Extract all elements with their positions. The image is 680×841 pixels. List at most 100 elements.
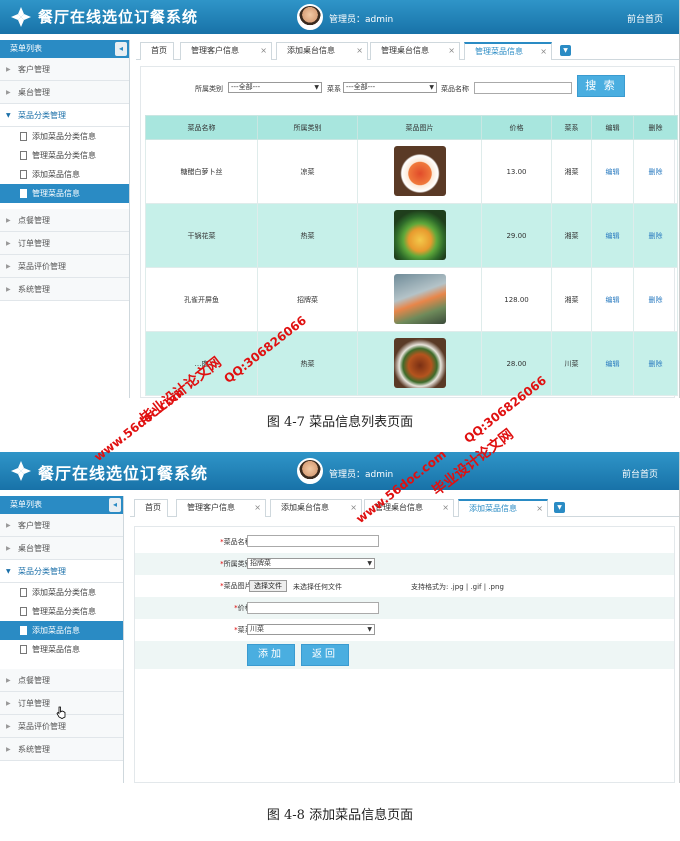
front-page-link[interactable]: 前台首页 [627, 12, 663, 25]
choose-file-button[interactable]: 选择文件 [249, 580, 287, 592]
edit-link[interactable]: 编辑 [606, 232, 620, 240]
sidebar-item-manage-dish[interactable]: 管理菜品信息 [0, 640, 123, 659]
cuisine-select[interactable]: 川菜 ▼ [247, 624, 375, 635]
close-icon[interactable]: × [442, 500, 449, 516]
sidebar-item-manage-dish[interactable]: 管理菜品信息 [0, 184, 129, 203]
sidebar-group-customer[interactable]: ▶ 客户管理 [0, 514, 123, 537]
delete-link[interactable]: 删除 [649, 296, 663, 304]
chevron-right-icon: ▶ [6, 66, 11, 73]
table-header-row: 菜品名称 所属类别 菜品图片 价格 菜系 编辑 删除 [145, 115, 678, 140]
sidebar-group-reviews[interactable]: ▶ 菜品评价管理 [0, 255, 129, 278]
category-filter-select[interactable]: ---全部--- ▼ [228, 82, 322, 93]
dish-cuisine-cell: 湘菜 [551, 203, 592, 268]
sidebar-item-manage-category[interactable]: 管理菜品分类信息 [0, 602, 123, 621]
sidebar-item-add-category[interactable]: 添加菜品分类信息 [0, 127, 129, 146]
chevron-right-icon: ▶ [6, 677, 11, 684]
sidebar-item-add-dish[interactable]: 添加菜品信息 [0, 165, 129, 184]
close-icon[interactable]: × [536, 501, 543, 517]
search-button[interactable]: 搜 索 [577, 75, 625, 97]
dish-cuisine-cell: 湘菜 [551, 267, 592, 332]
tab-home[interactable]: 首页 [134, 499, 168, 517]
category-select[interactable]: 招牌菜 ▼ [247, 558, 375, 569]
app-title: 餐厅在线选位订餐系统 [38, 8, 199, 26]
delete-link[interactable]: 删除 [649, 232, 663, 240]
sidebar-group-system[interactable]: ▶ 系统管理 [0, 738, 123, 761]
delete-link[interactable]: 删除 [649, 168, 663, 176]
dish-name-input[interactable] [474, 82, 572, 94]
dish-name-cell: 糖醋白萝卜丝 [145, 139, 258, 204]
chevron-right-icon: ▶ [6, 700, 11, 707]
dish-category-cell: 热菜 [257, 203, 358, 268]
chevron-right-icon: ▶ [6, 545, 11, 552]
sidebar-group-dish-category[interactable]: ▼ 菜品分类管理 [0, 104, 129, 127]
chevron-right-icon: ▶ [6, 286, 11, 293]
close-icon[interactable]: × [260, 43, 267, 59]
dish-name-field[interactable] [247, 535, 379, 547]
tab-manage-table[interactable]: 管理桌台信息 × [370, 42, 460, 60]
sidebar-group-table[interactable]: ▶ 桌台管理 [0, 81, 129, 104]
sidebar-item-add-dish[interactable]: 添加菜品信息 [0, 621, 123, 640]
edit-link[interactable]: 编辑 [606, 168, 620, 176]
figure-caption-1: 图 4-7 菜品信息列表页面 [266, 415, 414, 430]
back-button[interactable]: 返回 [301, 644, 349, 666]
admin-label: 管理员：admin [329, 470, 394, 480]
sidebar-group-orders[interactable]: ▶ 订单管理 [0, 232, 129, 255]
select-value: ---全部--- [346, 83, 376, 91]
cuisine-filter-select[interactable]: ---全部--- ▼ [343, 82, 437, 93]
edit-link[interactable]: 编辑 [606, 296, 620, 304]
close-icon[interactable]: × [540, 44, 547, 60]
column-header: 菜品名称 [145, 115, 258, 140]
dish-table: 菜品名称 所属类别 菜品图片 价格 菜系 编辑 删除 糖醋白萝卜丝 凉菜 13.… [145, 115, 678, 396]
form-row-category: *所属类别: 招牌菜 ▼ [135, 553, 674, 575]
tab-add-table[interactable]: 添加桌台信息 × [270, 499, 362, 517]
sidebar-item-add-category[interactable]: 添加菜品分类信息 [0, 583, 123, 602]
column-header: 编辑 [591, 115, 634, 140]
sidebar-group-table[interactable]: ▶ 桌台管理 [0, 537, 123, 560]
sidebar-item-manage-category[interactable]: 管理菜品分类信息 [0, 146, 129, 165]
sidebar-item-label: 添加菜品信息 [32, 170, 80, 179]
front-page-link[interactable]: 前台首页 [622, 467, 658, 480]
sidebar-group-dish-category[interactable]: ▼ 菜品分类管理 [0, 560, 123, 583]
delete-link[interactable]: 删除 [649, 360, 663, 368]
form-row-cuisine: *菜系: 川菜 ▼ [135, 619, 674, 641]
tab-add-table[interactable]: 添加桌台信息 × [276, 42, 368, 60]
dish-name-label: 菜品名称 [441, 85, 469, 93]
add-button[interactable]: 添加 [247, 644, 295, 666]
chevron-down-icon: ▼ [367, 626, 372, 633]
tab-manage-customer[interactable]: 管理客户信息 × [180, 42, 272, 60]
close-icon[interactable]: × [448, 43, 455, 59]
close-icon[interactable]: × [356, 43, 363, 59]
add-dish-form: *菜品名称: *所属类别: 招牌菜 ▼ *菜品图片: 选择文件 未选择任何文件 支… [134, 526, 675, 783]
dish-name-cell: 孔雀开屏鱼 [145, 267, 258, 332]
close-icon[interactable]: × [254, 500, 261, 516]
category-filter-label: 所属类别 [195, 85, 223, 93]
screenshot-add-dish: 餐厅在线选位订餐系统 管理员：admin 前台首页 菜单列表 ◂ ▶ 客户管理 ▶… [0, 452, 680, 783]
chevron-down-icon[interactable]: ▼ [560, 45, 571, 56]
document-icon [20, 132, 27, 141]
tab-add-dish[interactable]: 添加菜品信息 × [458, 499, 548, 517]
tab-manage-dish[interactable]: 管理菜品信息 × [464, 42, 552, 60]
sidebar-group-customer[interactable]: ▶ 客户管理 [0, 58, 129, 81]
chevron-down-icon: ▼ [367, 560, 372, 567]
sidebar: 菜单列表 ◂ ▶ 客户管理 ▶ 桌台管理 ▼ 菜品分类管理 添加菜品分类信息 管理菜品… [0, 496, 124, 783]
sidebar-group-ordering[interactable]: ▶ 点餐管理 [0, 209, 129, 232]
tab-home[interactable]: 首页 [140, 42, 174, 60]
form-row-image: *菜品图片: 选择文件 未选择任何文件 支持格式为: .jpg | .gif |… [135, 575, 674, 597]
edit-link[interactable]: 编辑 [606, 360, 620, 368]
sidebar-group-system[interactable]: ▶ 系统管理 [0, 278, 129, 301]
sidebar-collapse-icon[interactable]: ◂ [115, 42, 127, 56]
sidebar-header: 菜单列表 ◂ [0, 496, 123, 514]
select-value: ---全部--- [231, 83, 261, 91]
sidebar-group-ordering[interactable]: ▶ 点餐管理 [0, 669, 123, 692]
figure-caption-2: 图 4-8 添加菜品信息页面 [266, 808, 414, 823]
chevron-right-icon: ▶ [6, 240, 11, 247]
chevron-right-icon: ▶ [6, 263, 11, 270]
dish-cuisine-cell: 湘菜 [551, 139, 592, 204]
sidebar-collapse-icon[interactable]: ◂ [109, 498, 121, 512]
tab-manage-customer[interactable]: 管理客户信息 × [176, 499, 266, 517]
price-field[interactable] [247, 602, 379, 614]
tab-label: 管理客户信息 [191, 46, 239, 55]
chevron-down-icon[interactable]: ▼ [554, 502, 565, 513]
sidebar-header: 菜单列表 ◂ [0, 40, 129, 58]
file-status: 未选择任何文件 [293, 583, 342, 591]
